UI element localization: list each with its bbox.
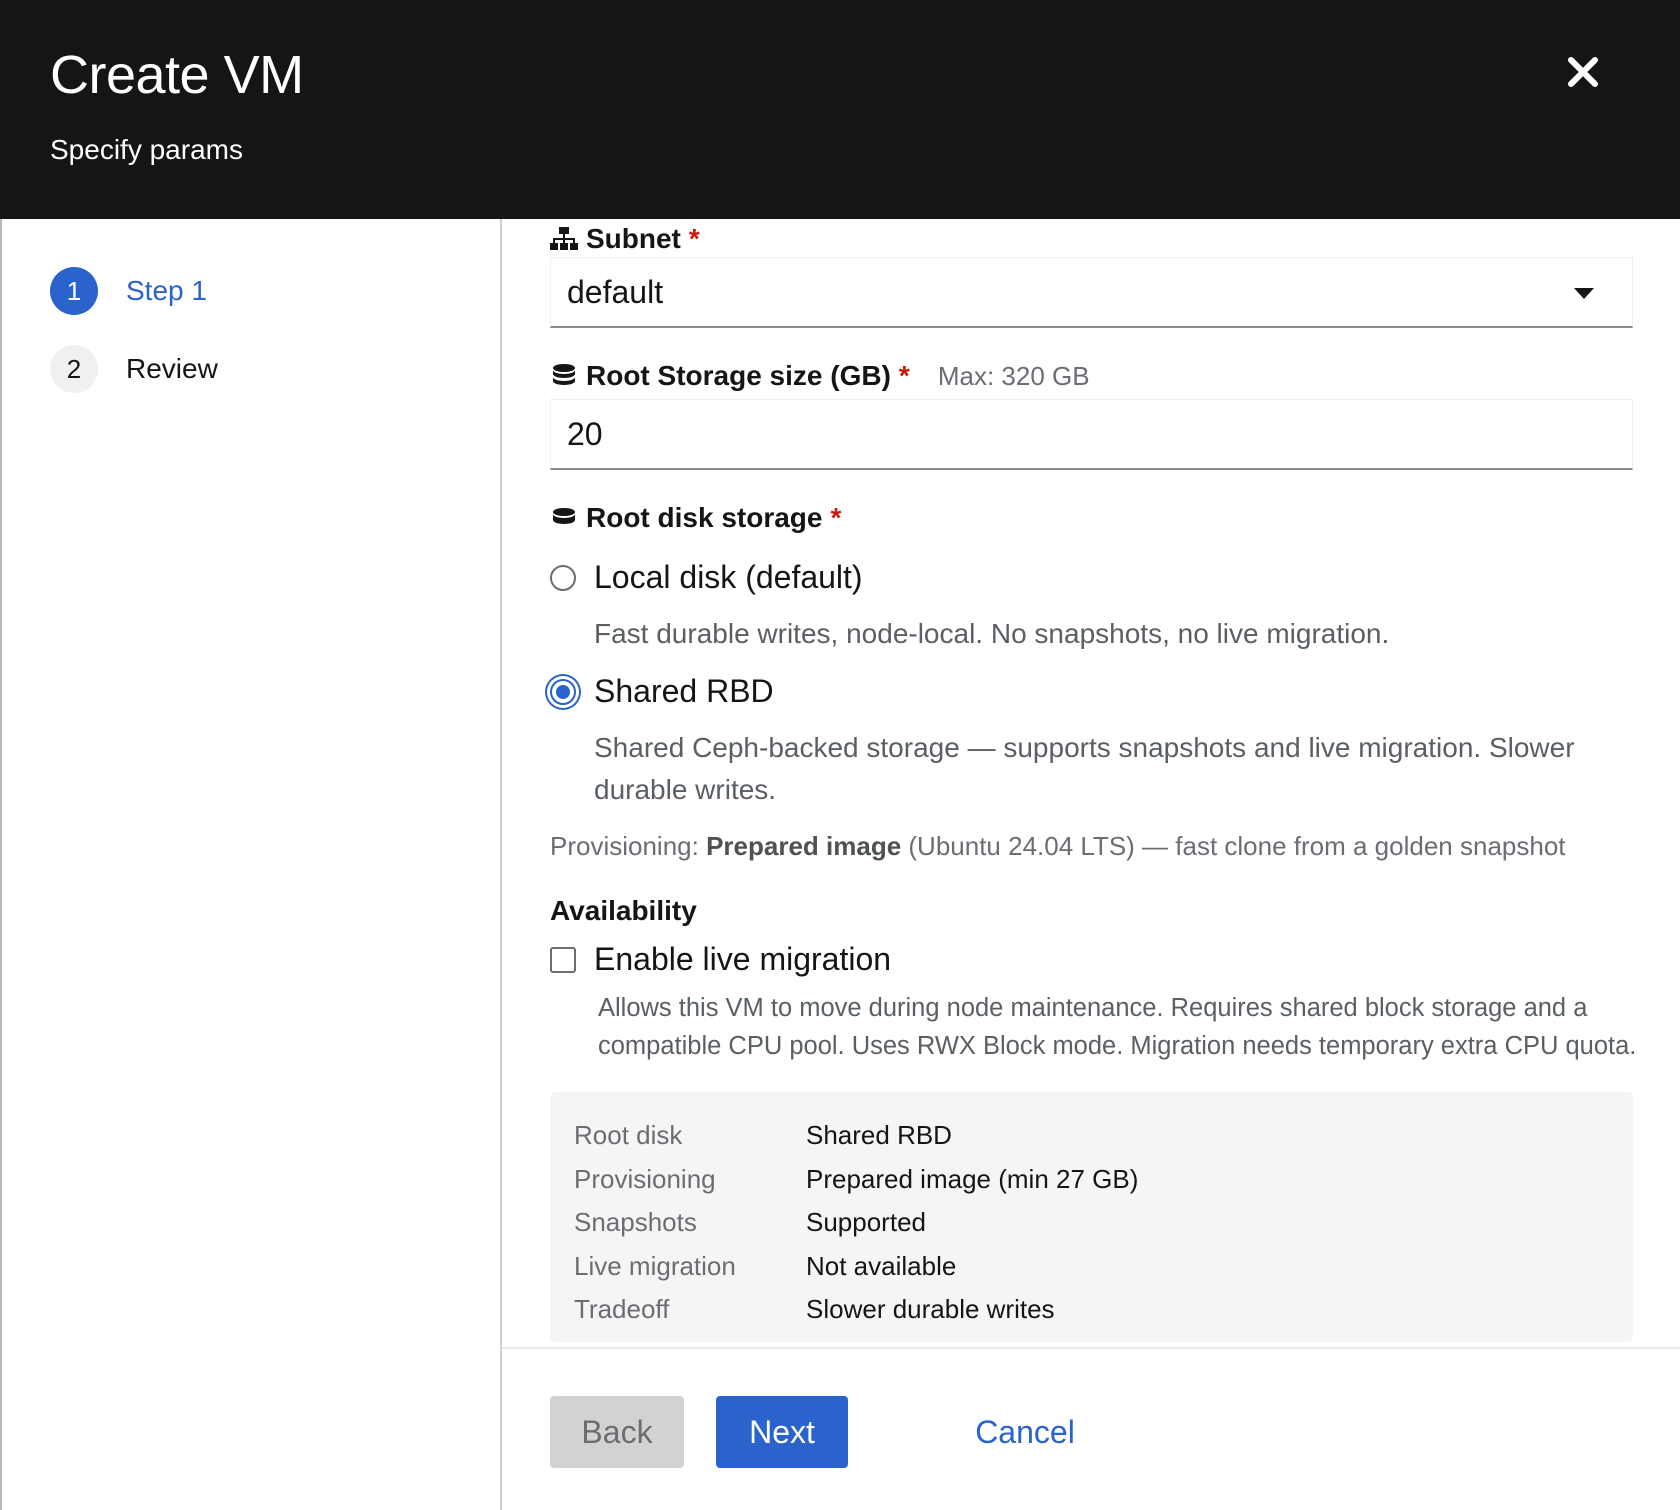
summary-key: Tradeoff <box>574 1294 670 1325</box>
root-storage-size-label-text: Root Storage size (GB) <box>586 360 891 391</box>
next-button[interactable]: Next <box>716 1396 848 1468</box>
wizard-step-2[interactable]: 2 Review <box>50 345 218 393</box>
summary-row: Provisioning Prepared image (min 27 GB) <box>574 1158 1609 1202</box>
summary-value: Shared RBD <box>806 1120 952 1151</box>
root-disk-storage-label: Root disk storage * <box>550 502 841 534</box>
database-icon <box>553 364 575 385</box>
close-button[interactable] <box>1559 48 1607 96</box>
summary-key: Root disk <box>574 1120 683 1151</box>
root-disk-storage-label-text: Root disk storage <box>586 502 823 533</box>
nav-divider <box>500 219 502 1510</box>
provisioning-note: Provisioning: Prepared image (Ubuntu 24.… <box>550 831 1566 862</box>
required-mark: * <box>688 223 700 254</box>
summary-key: Snapshots <box>574 1207 697 1238</box>
radio-label: Local disk (default) <box>594 559 863 595</box>
required-mark: * <box>830 502 842 533</box>
network-icon <box>550 227 578 250</box>
summary-row: Live migration Not available <box>574 1245 1609 1289</box>
radio-button-checked[interactable] <box>550 678 576 705</box>
modal-title: Create VM <box>50 45 304 105</box>
root-storage-size-label: Root Storage size (GB) * Max: 320 GB <box>550 360 1090 392</box>
summary-value: Slower durable writes <box>806 1294 1055 1325</box>
max-size-hint: Max: 320 GB <box>937 360 1090 391</box>
cancel-button[interactable]: Cancel <box>960 1396 1090 1468</box>
summary-value: Prepared image (min 27 GB) <box>806 1163 1139 1194</box>
modal-subtitle: Specify params <box>50 134 243 165</box>
live-migration-checkbox-row[interactable]: Enable live migration <box>550 941 891 978</box>
availability-heading: Availability <box>550 895 697 926</box>
subnet-label: Subnet * <box>550 223 700 255</box>
back-button[interactable]: Back <box>550 1396 684 1468</box>
provisioning-method: Prepared image <box>706 831 902 861</box>
radio-label: Shared RBD <box>594 673 774 709</box>
live-migration-description: Allows this VM to move during node maint… <box>598 994 1637 1060</box>
local-disk-description: Fast durable writes, node-local. No snap… <box>594 618 1390 649</box>
shared-rbd-description: Shared Ceph-backed storage — supports sn… <box>594 732 1575 805</box>
caret-down-icon <box>1574 288 1594 299</box>
summary-row: Tradeoff Slower durable writes <box>574 1288 1609 1332</box>
provisioning-prefix: Provisioning: <box>550 831 707 861</box>
footer-divider <box>502 1347 1680 1349</box>
wizard-step-1[interactable]: 1 Step 1 <box>50 267 207 315</box>
modal-left-border <box>0 219 2 1510</box>
live-migration-checkbox[interactable] <box>550 946 576 973</box>
configuration-summary: Root disk Shared RBD Provisioning Prepar… <box>550 1092 1633 1342</box>
root-storage-size-input[interactable] <box>550 399 1633 470</box>
checkbox-label: Enable live migration <box>594 941 892 977</box>
provisioning-detail: (Ubuntu 24.04 LTS) — fast clone from a g… <box>901 831 1566 861</box>
modal-header: Create VM Specify params <box>0 0 1680 219</box>
radio-button[interactable] <box>550 564 576 591</box>
disk-icon <box>553 508 575 524</box>
summary-value: Supported <box>806 1207 926 1238</box>
summary-row: Snapshots Supported <box>574 1201 1609 1245</box>
step-label: Step 1 <box>126 275 207 306</box>
step-number: 2 <box>50 345 98 393</box>
summary-value: Not available <box>806 1250 957 1281</box>
step-number: 1 <box>50 267 98 315</box>
close-icon <box>1568 57 1598 87</box>
subnet-selected-value: default <box>567 273 664 310</box>
required-mark: * <box>898 360 910 391</box>
summary-key: Provisioning <box>574 1163 716 1194</box>
summary-key: Live migration <box>574 1250 736 1281</box>
radio-shared-rbd[interactable]: Shared RBD <box>550 673 774 710</box>
radio-local-disk[interactable]: Local disk (default) <box>550 559 863 596</box>
subnet-label-text: Subnet <box>586 223 681 254</box>
summary-row: Root disk Shared RBD <box>574 1114 1609 1158</box>
step-label: Review <box>126 353 218 384</box>
subnet-select[interactable]: default <box>550 257 1633 328</box>
